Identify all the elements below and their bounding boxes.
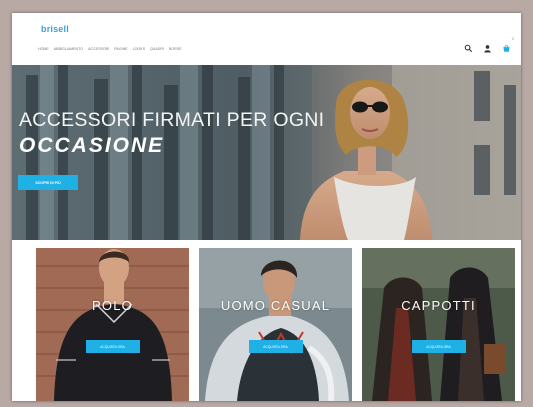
- category-title: POLO: [92, 298, 133, 313]
- category-title: UOMO CASUAL: [220, 298, 331, 313]
- hero-subheadline: OCCASIONE: [19, 134, 165, 157]
- category-card-uomo-casual[interactable]: UOMO CASUAL Acquista ora: [199, 248, 352, 401]
- category-image-cappotti: [362, 248, 515, 401]
- nav-item-looks[interactable]: Looks: [133, 47, 145, 51]
- header-icons: 0: [464, 36, 514, 53]
- category-title: CAPPOTTI: [401, 298, 476, 313]
- hero-banner: ACCESSORI FIRMATI PER OGNI OCCASIONE Sco…: [12, 65, 521, 240]
- nav-item-pagine[interactable]: Pagine: [114, 47, 127, 51]
- category-image-polo: [36, 248, 189, 401]
- nav-item-abbigliamento[interactable]: Abbigliamento: [54, 47, 83, 51]
- category-cards: POLO Acquista ora UOMO CASUAL Acquista o…: [12, 248, 521, 401]
- nav-item-home[interactable]: Home: [38, 47, 49, 51]
- user-icon[interactable]: [483, 44, 492, 53]
- category-image-uomo-casual: [199, 248, 352, 401]
- logo[interactable]: brisell: [41, 24, 69, 34]
- category-button-uomo-casual[interactable]: Acquista ora: [248, 340, 303, 353]
- hero-cta-button[interactable]: Scopri di più: [18, 175, 78, 190]
- main-nav: Home Abbigliamento Accessori Pagine Look…: [38, 47, 182, 51]
- cart-icon[interactable]: [502, 44, 511, 53]
- category-card-cappotti[interactable]: CAPPOTTI Acquista ora: [362, 248, 515, 401]
- browser-page: brisell Home Abbigliamento Accessori Pag…: [12, 13, 521, 401]
- nav-item-accessori[interactable]: Accessori: [88, 47, 109, 51]
- category-button-polo[interactable]: Acquista ora: [85, 340, 140, 353]
- nav-item-quadri[interactable]: Quadri: [150, 47, 164, 51]
- cart-count: 0: [511, 36, 514, 41]
- hero-headline: ACCESSORI FIRMATI PER OGNI: [19, 109, 325, 131]
- category-button-cappotti[interactable]: Acquista ora: [411, 340, 466, 353]
- site-header: brisell Home Abbigliamento Accessori Pag…: [12, 13, 521, 65]
- search-icon[interactable]: [464, 44, 473, 53]
- cart[interactable]: 0: [502, 36, 514, 53]
- category-card-polo[interactable]: POLO Acquista ora: [36, 248, 189, 401]
- nav-item-borse[interactable]: Borse: [169, 47, 182, 51]
